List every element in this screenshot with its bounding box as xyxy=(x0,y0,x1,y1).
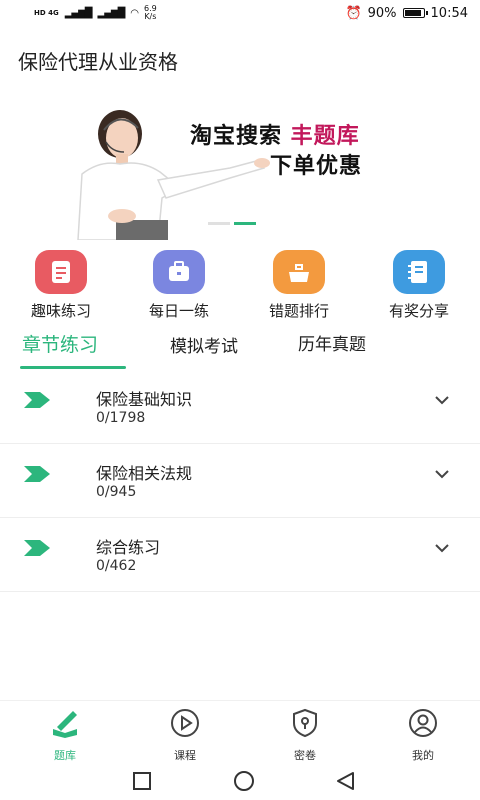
carousel-dot[interactable] xyxy=(208,222,230,225)
quick-action-label: 错题排行 xyxy=(268,302,329,320)
notebook-icon xyxy=(393,250,445,294)
nav-question-bank[interactable]: 题库 xyxy=(20,707,110,763)
quick-action-label: 有奖分享 xyxy=(388,302,449,320)
quick-action-daily-practice[interactable]: 每日一练 xyxy=(124,250,234,321)
quick-action-label: 趣味练习 xyxy=(30,302,91,320)
active-tab-indicator xyxy=(20,366,126,369)
carousel-dot-active[interactable] xyxy=(234,222,256,225)
back-icon[interactable] xyxy=(334,770,358,792)
quick-action-reward-share[interactable]: 有奖分享 xyxy=(364,250,474,321)
alarm-icon: ⏰ xyxy=(345,5,362,21)
status-left: HD 4G ▂▄▆█ ▂▄▆█ ◠ 6.9 K/s xyxy=(34,5,157,21)
chapter-name: 综合练习 xyxy=(96,538,161,557)
chapter-name: 保险相关法规 xyxy=(96,464,193,483)
home-icon[interactable] xyxy=(232,770,256,792)
network-indicator: HD 4G xyxy=(34,8,59,17)
chapter-progress: 0/1798 xyxy=(96,410,146,426)
battery-icon xyxy=(402,8,428,18)
bottom-nav: 题库 课程 密卷 我的 xyxy=(0,700,480,762)
chapter-progress: 0/945 xyxy=(96,484,137,500)
nav-courses[interactable]: 课程 xyxy=(140,707,230,763)
chapter-arrow-icon xyxy=(24,466,50,482)
wifi-icon: ◠ xyxy=(130,7,139,19)
promo-banner[interactable]: 淘宝搜索 丰题库 下单优惠 xyxy=(30,108,450,240)
network-speed-unit: K/s xyxy=(144,12,157,21)
carousel-indicator xyxy=(208,222,256,225)
quick-action-wrong-ranking[interactable]: 错题排行 xyxy=(244,250,354,321)
nav-secret-papers[interactable]: 密卷 xyxy=(260,707,350,763)
battery-level xyxy=(404,10,421,16)
tab-chapter-practice[interactable]: 章节练习 xyxy=(22,330,98,357)
play-circle-icon xyxy=(171,709,199,737)
chapter-list: 保险基础知识 0/1798 保险相关法规 0/945 综合练习 0/462 xyxy=(0,370,480,592)
tab-mock-exam[interactable]: 模拟考试 xyxy=(170,332,238,357)
shield-lock-icon xyxy=(293,708,317,738)
signal-icon: ▂▄▆█ xyxy=(64,7,93,19)
status-right: ⏰ 90% 10:54 xyxy=(345,6,468,21)
banner-headline-prefix: 淘宝搜索 xyxy=(190,123,291,149)
practice-tabs: 章节练习 模拟考试 历年真题 xyxy=(0,328,480,372)
quick-actions: 趣味练习 每日一练 错题排行 有奖分享 xyxy=(0,250,480,320)
tab-past-exams[interactable]: 历年真题 xyxy=(298,330,366,355)
nav-mine[interactable]: 我的 xyxy=(378,707,468,763)
banner-headline-highlight: 丰题库 xyxy=(290,123,360,149)
signal-icon-2: ▂▄▆█ xyxy=(97,7,126,19)
ranking-tray-icon xyxy=(273,250,325,294)
question-bank-icon xyxy=(53,711,77,738)
list-item[interactable]: 综合练习 0/462 xyxy=(0,518,480,592)
nav-label: 我的 xyxy=(412,749,434,762)
user-profile-icon xyxy=(409,709,437,737)
toolbox-icon xyxy=(153,250,205,294)
system-nav-bar xyxy=(0,762,480,800)
battery-percent: 90% xyxy=(367,5,397,21)
list-item[interactable]: 保险基础知识 0/1798 xyxy=(0,370,480,444)
nav-label: 课程 xyxy=(174,749,196,762)
chapter-progress: 0/462 xyxy=(96,558,137,574)
chevron-down-icon[interactable] xyxy=(434,542,450,554)
chapter-arrow-icon xyxy=(24,540,50,556)
network-speed: 6.9 K/s xyxy=(144,5,157,21)
chevron-down-icon[interactable] xyxy=(434,468,450,480)
chevron-down-icon[interactable] xyxy=(434,394,450,406)
list-item[interactable]: 保险相关法规 0/945 xyxy=(0,444,480,518)
page-title: 保险代理从业资格 xyxy=(18,50,178,74)
nav-label: 密卷 xyxy=(294,749,316,762)
clock: 10:54 xyxy=(430,5,468,21)
status-bar: HD 4G ▂▄▆█ ▂▄▆█ ◠ 6.9 K/s ⏰ 90% 10:54 xyxy=(0,0,480,26)
nav-label: 题库 xyxy=(54,749,76,762)
recents-icon[interactable] xyxy=(130,770,154,792)
quick-action-label: 每日一练 xyxy=(148,302,209,320)
banner-subline: 下单优惠 xyxy=(270,153,363,179)
chapter-arrow-icon xyxy=(24,392,50,408)
quick-action-fun-practice[interactable]: 趣味练习 xyxy=(6,250,116,321)
chapter-name: 保险基础知识 xyxy=(96,390,193,409)
banner-headline: 淘宝搜索 丰题库 xyxy=(190,118,360,150)
quiz-sheet-icon xyxy=(35,250,87,294)
